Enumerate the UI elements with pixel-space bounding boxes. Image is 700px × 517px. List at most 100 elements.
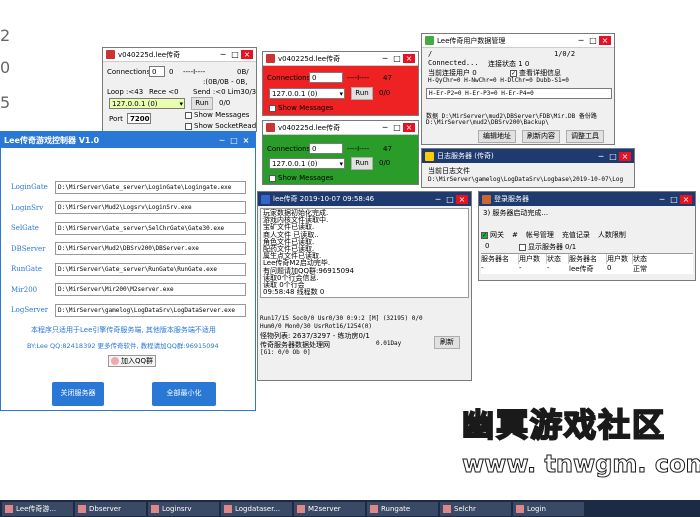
- maximize-icon[interactable]: □: [607, 152, 619, 161]
- titlebar[interactable]: v040225d.lee传奇 ─ □ ×: [263, 121, 418, 135]
- path-input[interactable]: D:\MirServer\Gate_server\LoginGate\Login…: [55, 180, 246, 194]
- ip-select[interactable]: 127.0.0.1 (0): [269, 158, 345, 169]
- path-input[interactable]: D:\MirServer\gamelog\LogDataSrv\LogDataS…: [55, 303, 246, 317]
- app-icon: [425, 36, 434, 45]
- game-controller-window[interactable]: Lee传奇游戏控制器 V1.0 ─ □ × LoginGate D:\MirServe…: [0, 131, 256, 411]
- app-icon: [261, 194, 270, 204]
- close-server-button[interactable]: 关闭服务器: [52, 382, 104, 406]
- refresh-button[interactable]: 刷新: [434, 336, 460, 349]
- connections-field[interactable]: 0: [149, 66, 165, 77]
- run-button[interactable]: Run: [191, 97, 213, 110]
- titlebar[interactable]: 日志服务器 (传奇) ─ □ ×: [422, 149, 634, 163]
- activity-indicator: ----I----: [347, 74, 370, 82]
- edit-address-button[interactable]: 编辑地址: [478, 130, 516, 143]
- minimize-icon[interactable]: ─: [575, 36, 587, 45]
- taskbar-item-logdataserver[interactable]: Logdataser...: [221, 501, 292, 516]
- titlebar[interactable]: v040225d.lee传奇 ─ □ ×: [263, 52, 418, 66]
- path-input[interactable]: D:\MirServer\Mud2\DBSrv200\DBServer.exe: [55, 242, 246, 256]
- ip-select[interactable]: 127.0.0.1 (0): [269, 88, 345, 99]
- titlebar[interactable]: 登录服务器 ─ □ ×: [479, 192, 695, 206]
- refresh-content-button[interactable]: 刷新内容: [522, 130, 560, 143]
- minimize-icon[interactable]: ─: [595, 152, 607, 161]
- minimize-icon[interactable]: ─: [432, 195, 444, 204]
- col-header: 状态: [547, 254, 569, 264]
- user-limit-tab[interactable]: 人数限制: [598, 230, 626, 240]
- gate-window-1[interactable]: v040225d.lee传奇 ─ □ × Connections 0 0 ----I-…: [102, 47, 257, 132]
- maximize-icon[interactable]: □: [228, 136, 240, 145]
- run-button[interactable]: Run: [351, 157, 373, 170]
- log-area[interactable]: 玩家数据初始化完成. 游戏内核文件读取中. 宝矿文件已读取. 商人文件 已读取.…: [260, 208, 469, 298]
- connections-field[interactable]: 0: [309, 143, 343, 154]
- connections-field[interactable]: 0: [309, 72, 343, 83]
- taskbar-item-selchr[interactable]: Selchr: [440, 501, 511, 516]
- close-icon[interactable]: ×: [680, 194, 692, 204]
- close-icon[interactable]: ×: [599, 36, 611, 45]
- show-messages-checkbox[interactable]: Show Messages: [269, 174, 333, 182]
- taskbar-item-rungate[interactable]: Rungate: [367, 501, 438, 516]
- close-icon[interactable]: ×: [403, 54, 415, 63]
- show-messages-checkbox[interactable]: Show Messages: [269, 104, 333, 112]
- titlebar[interactable]: lee传奇 2019-10-07 09:58:46 ─ □ ×: [258, 192, 471, 206]
- show-messages-checkbox[interactable]: Show Messages: [185, 111, 249, 119]
- titlebar[interactable]: Lee传奇用户数据管理 ─ □ ×: [422, 34, 614, 48]
- maximize-icon[interactable]: □: [587, 36, 599, 45]
- path-input[interactable]: D:\MirServer\Gate_server\RunGate\RunGate…: [55, 262, 246, 276]
- adjust-tools-button[interactable]: 调整工具: [566, 130, 604, 143]
- minimize-icon[interactable]: ─: [379, 123, 391, 132]
- user-data-window[interactable]: Lee传奇用户数据管理 ─ □ × / 1/0/2 Connected... 连接状态…: [421, 33, 615, 145]
- taskbar-item-dbserver[interactable]: Dbserver: [75, 501, 146, 516]
- close-icon[interactable]: ×: [241, 50, 253, 59]
- close-icon[interactable]: ×: [619, 151, 631, 161]
- table-cell[interactable]: -: [547, 264, 569, 274]
- minimize-all-button[interactable]: 全部最小化: [152, 382, 216, 406]
- gate-window-3[interactable]: v040225d.lee传奇 ─ □ × Connections 0 ----I---…: [262, 120, 419, 185]
- path-input[interactable]: D:\MirServer\Gate_server\SelChrGate\Gate…: [55, 221, 246, 235]
- minimize-icon[interactable]: ─: [656, 195, 668, 204]
- maximize-icon[interactable]: □: [229, 50, 241, 59]
- qq-group-link[interactable]: 加入QQ群: [108, 355, 157, 367]
- app-icon: [266, 54, 275, 63]
- taskbar-item-controller[interactable]: Lee传奇游...: [2, 501, 73, 516]
- app-icon: [482, 194, 491, 204]
- taskbar-item-loginsrv[interactable]: Loginsrv: [148, 501, 219, 516]
- close-icon[interactable]: ×: [403, 123, 415, 132]
- server-count: 0/1: [565, 243, 577, 251]
- minimize-icon[interactable]: ─: [379, 54, 391, 63]
- table-cell[interactable]: 正常: [633, 264, 655, 274]
- table-cell[interactable]: -: [519, 264, 547, 274]
- recharge-record-tab[interactable]: 充值记录: [562, 230, 590, 240]
- login-server-window[interactable]: 登录服务器 ─ □ × 3) 服务器启动完成... ✓ 网关 # 帐号管理 充值记录 人…: [478, 191, 696, 281]
- taskbar-item-login[interactable]: Login: [513, 501, 584, 516]
- show-server-checkbox[interactable]: 显示服务器 0/1: [519, 242, 576, 252]
- bytes-right: 0B/: [237, 68, 249, 76]
- gate-window-2[interactable]: v040225d.lee传奇 ─ □ × Connections 0 ----I---…: [262, 51, 419, 116]
- close-icon[interactable]: ×: [456, 194, 468, 204]
- titlebar[interactable]: Lee传奇游戏控制器 V1.0 ─ □ ×: [1, 132, 255, 148]
- hash-tab[interactable]: #: [512, 231, 518, 239]
- log-server-window[interactable]: 日志服务器 (传奇) ─ □ × 当前日志文件 D:\MirServer\gamelo…: [421, 148, 635, 188]
- ip-select[interactable]: 127.0.0.1 (0): [109, 98, 185, 109]
- maximize-icon[interactable]: □: [391, 123, 403, 132]
- maximize-icon[interactable]: □: [668, 195, 680, 204]
- path-input[interactable]: D:\MirServer\Mud2\Logsrv\LoginSrv.exe: [55, 201, 246, 215]
- m2-server-window[interactable]: lee传奇 2019-10-07 09:58:46 ─ □ × 玩家数据初始化完成. …: [257, 191, 472, 381]
- taskbar-item-m2server[interactable]: M2server: [294, 501, 365, 516]
- qq-icon: [111, 357, 119, 365]
- minimize-icon[interactable]: ─: [216, 136, 228, 145]
- close-icon[interactable]: ×: [240, 136, 252, 145]
- path-row: LoginSrv D:\MirServer\Mud2\Logsrv\LoginS…: [11, 198, 246, 219]
- maximize-icon[interactable]: □: [391, 54, 403, 63]
- port-field[interactable]: 7200: [127, 113, 151, 124]
- table-cell[interactable]: -: [481, 264, 519, 274]
- minimize-icon[interactable]: ─: [217, 50, 229, 59]
- run-button[interactable]: Run: [351, 87, 373, 100]
- row-label: LoginGate: [11, 183, 48, 192]
- table-cell[interactable]: 0: [607, 264, 633, 274]
- account-manage-tab[interactable]: 帐号管理: [526, 230, 554, 240]
- show-socketread-checkbox[interactable]: Show SocketRead: [185, 122, 256, 130]
- gateway-checkbox[interactable]: ✓ 网关: [481, 230, 504, 240]
- path-input[interactable]: D:\MirServer\Mir200\M2server.exe: [55, 283, 246, 297]
- table-cell[interactable]: lee传奇: [569, 264, 607, 274]
- maximize-icon[interactable]: □: [444, 195, 456, 204]
- titlebar[interactable]: v040225d.lee传奇 ─ □ ×: [103, 48, 256, 62]
